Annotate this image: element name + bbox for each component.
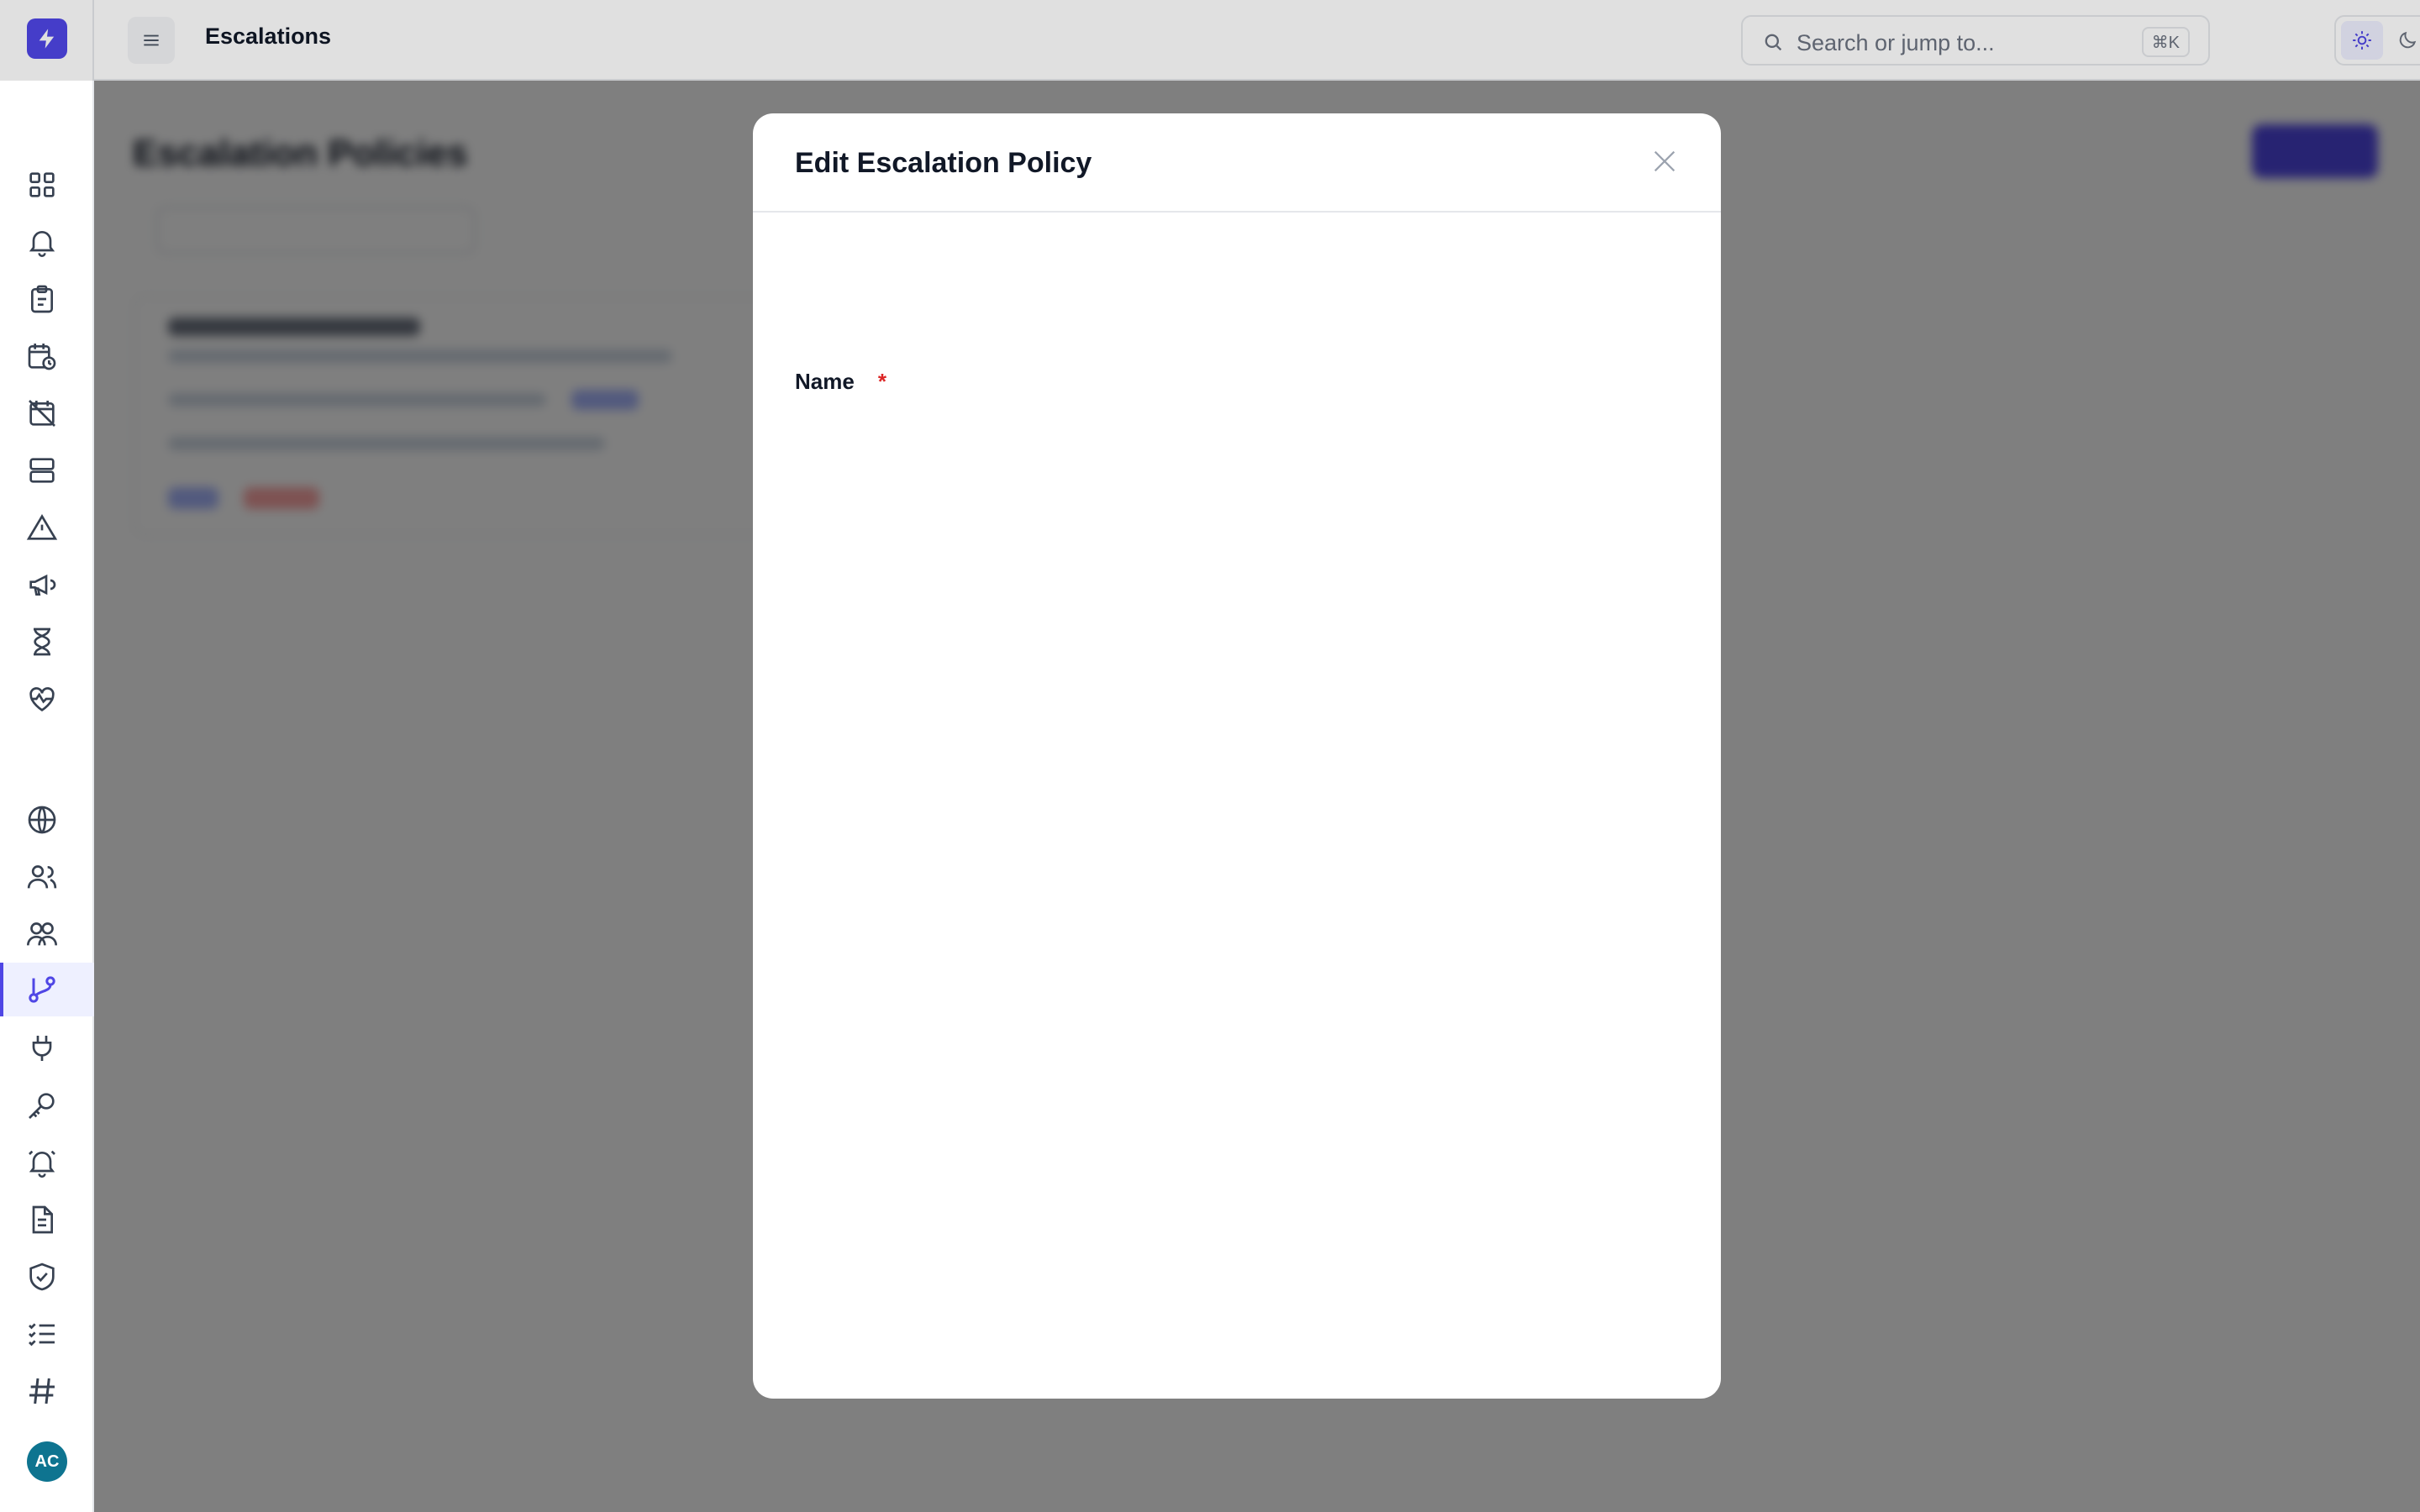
edit-escalation-policy-dialog: Edit Escalation Policy Name *: [753, 113, 1721, 1399]
light-theme-button[interactable]: [2341, 21, 2383, 60]
server-icon: [29, 458, 55, 483]
sidebar-item-announcements[interactable]: [0, 558, 94, 612]
users-icon: [27, 865, 57, 889]
search-shortcut: ⌘K: [2141, 27, 2190, 57]
search-placeholder: Search or jump to...: [1797, 30, 1995, 55]
shield-check-icon: [29, 1263, 55, 1291]
megaphone-icon: [29, 574, 56, 596]
page-title: Escalations: [205, 24, 332, 49]
key-icon: [29, 1093, 55, 1119]
sidebar-item-api-keys[interactable]: [0, 1079, 94, 1132]
required-marker: *: [877, 369, 886, 394]
sidebar-item-integrations[interactable]: [0, 1021, 94, 1075]
dialog-header: Edit Escalation Policy: [753, 113, 1721, 213]
sidebar-item-dashboard[interactable]: [0, 158, 94, 212]
sidebar-item-teams[interactable]: [0, 907, 94, 961]
sidebar-item-users[interactable]: [0, 850, 94, 904]
sidebar-item-status-pages[interactable]: [0, 793, 94, 847]
sidebar-item-reports[interactable]: [0, 1193, 94, 1247]
theme-switcher: [2334, 15, 2420, 66]
search-input[interactable]: Search or jump to... ⌘K: [1741, 15, 2210, 66]
sidebar-item-notifications[interactable]: [0, 1136, 94, 1189]
sidebar-item-schedules[interactable]: [0, 329, 94, 383]
bell-icon: [29, 231, 55, 257]
sidebar-item-incidents[interactable]: [0, 272, 94, 326]
globe-icon: [28, 806, 56, 834]
sidebar-item-channels[interactable]: [0, 1364, 94, 1418]
calendar-clock-icon: [28, 344, 56, 370]
hamburger-icon: [144, 34, 159, 46]
bell-ring-icon: [29, 1150, 55, 1178]
sidebar-item-warnings[interactable]: [0, 501, 94, 554]
grid-icon: [29, 172, 55, 197]
sidebar-item-alerts[interactable]: [0, 215, 94, 269]
calendar-off-icon: [29, 400, 55, 427]
avatar[interactable]: AC: [27, 1441, 67, 1482]
clipboard-icon: [31, 285, 53, 313]
menu-toggle-button[interactable]: [128, 17, 175, 64]
dialog-title: Edit Escalation Policy: [795, 147, 1092, 179]
list-check-icon: [29, 1323, 55, 1347]
heart-pulse-icon: [29, 687, 55, 711]
dark-theme-button[interactable]: [2386, 21, 2420, 60]
sun-icon: [2353, 31, 2371, 50]
name-label-text: Name: [795, 369, 855, 394]
close-icon[interactable]: [1650, 147, 1679, 176]
search-icon: [1765, 34, 1782, 51]
sidebar-item-services[interactable]: [0, 444, 94, 497]
sidebar-item-security[interactable]: [0, 1250, 94, 1304]
dialog-body: Name *: [753, 214, 1721, 1399]
sidebar-item-escalations[interactable]: [0, 963, 94, 1016]
sidebar-item-tasks[interactable]: [0, 1307, 94, 1361]
bolt-icon: [39, 29, 55, 49]
sidebar-item-timers[interactable]: [0, 615, 94, 669]
app-logo[interactable]: [27, 18, 67, 59]
sidebar-item-health[interactable]: [0, 672, 94, 726]
name-label: Name *: [795, 369, 886, 395]
hourglass-icon: [34, 627, 50, 656]
moon-icon: [2399, 31, 2417, 49]
warning-icon: [26, 514, 58, 540]
document-icon: [32, 1205, 53, 1234]
sidebar-item-maintenance[interactable]: [0, 386, 94, 440]
team-icon: [27, 922, 57, 946]
plug-icon: [32, 1036, 52, 1061]
sidebar: AC: [0, 0, 94, 1512]
topbar: Escalations Search or jump to... ⌘K: [94, 0, 2420, 81]
git-branch-icon: [29, 976, 55, 1003]
hash-icon: [29, 1378, 55, 1404]
